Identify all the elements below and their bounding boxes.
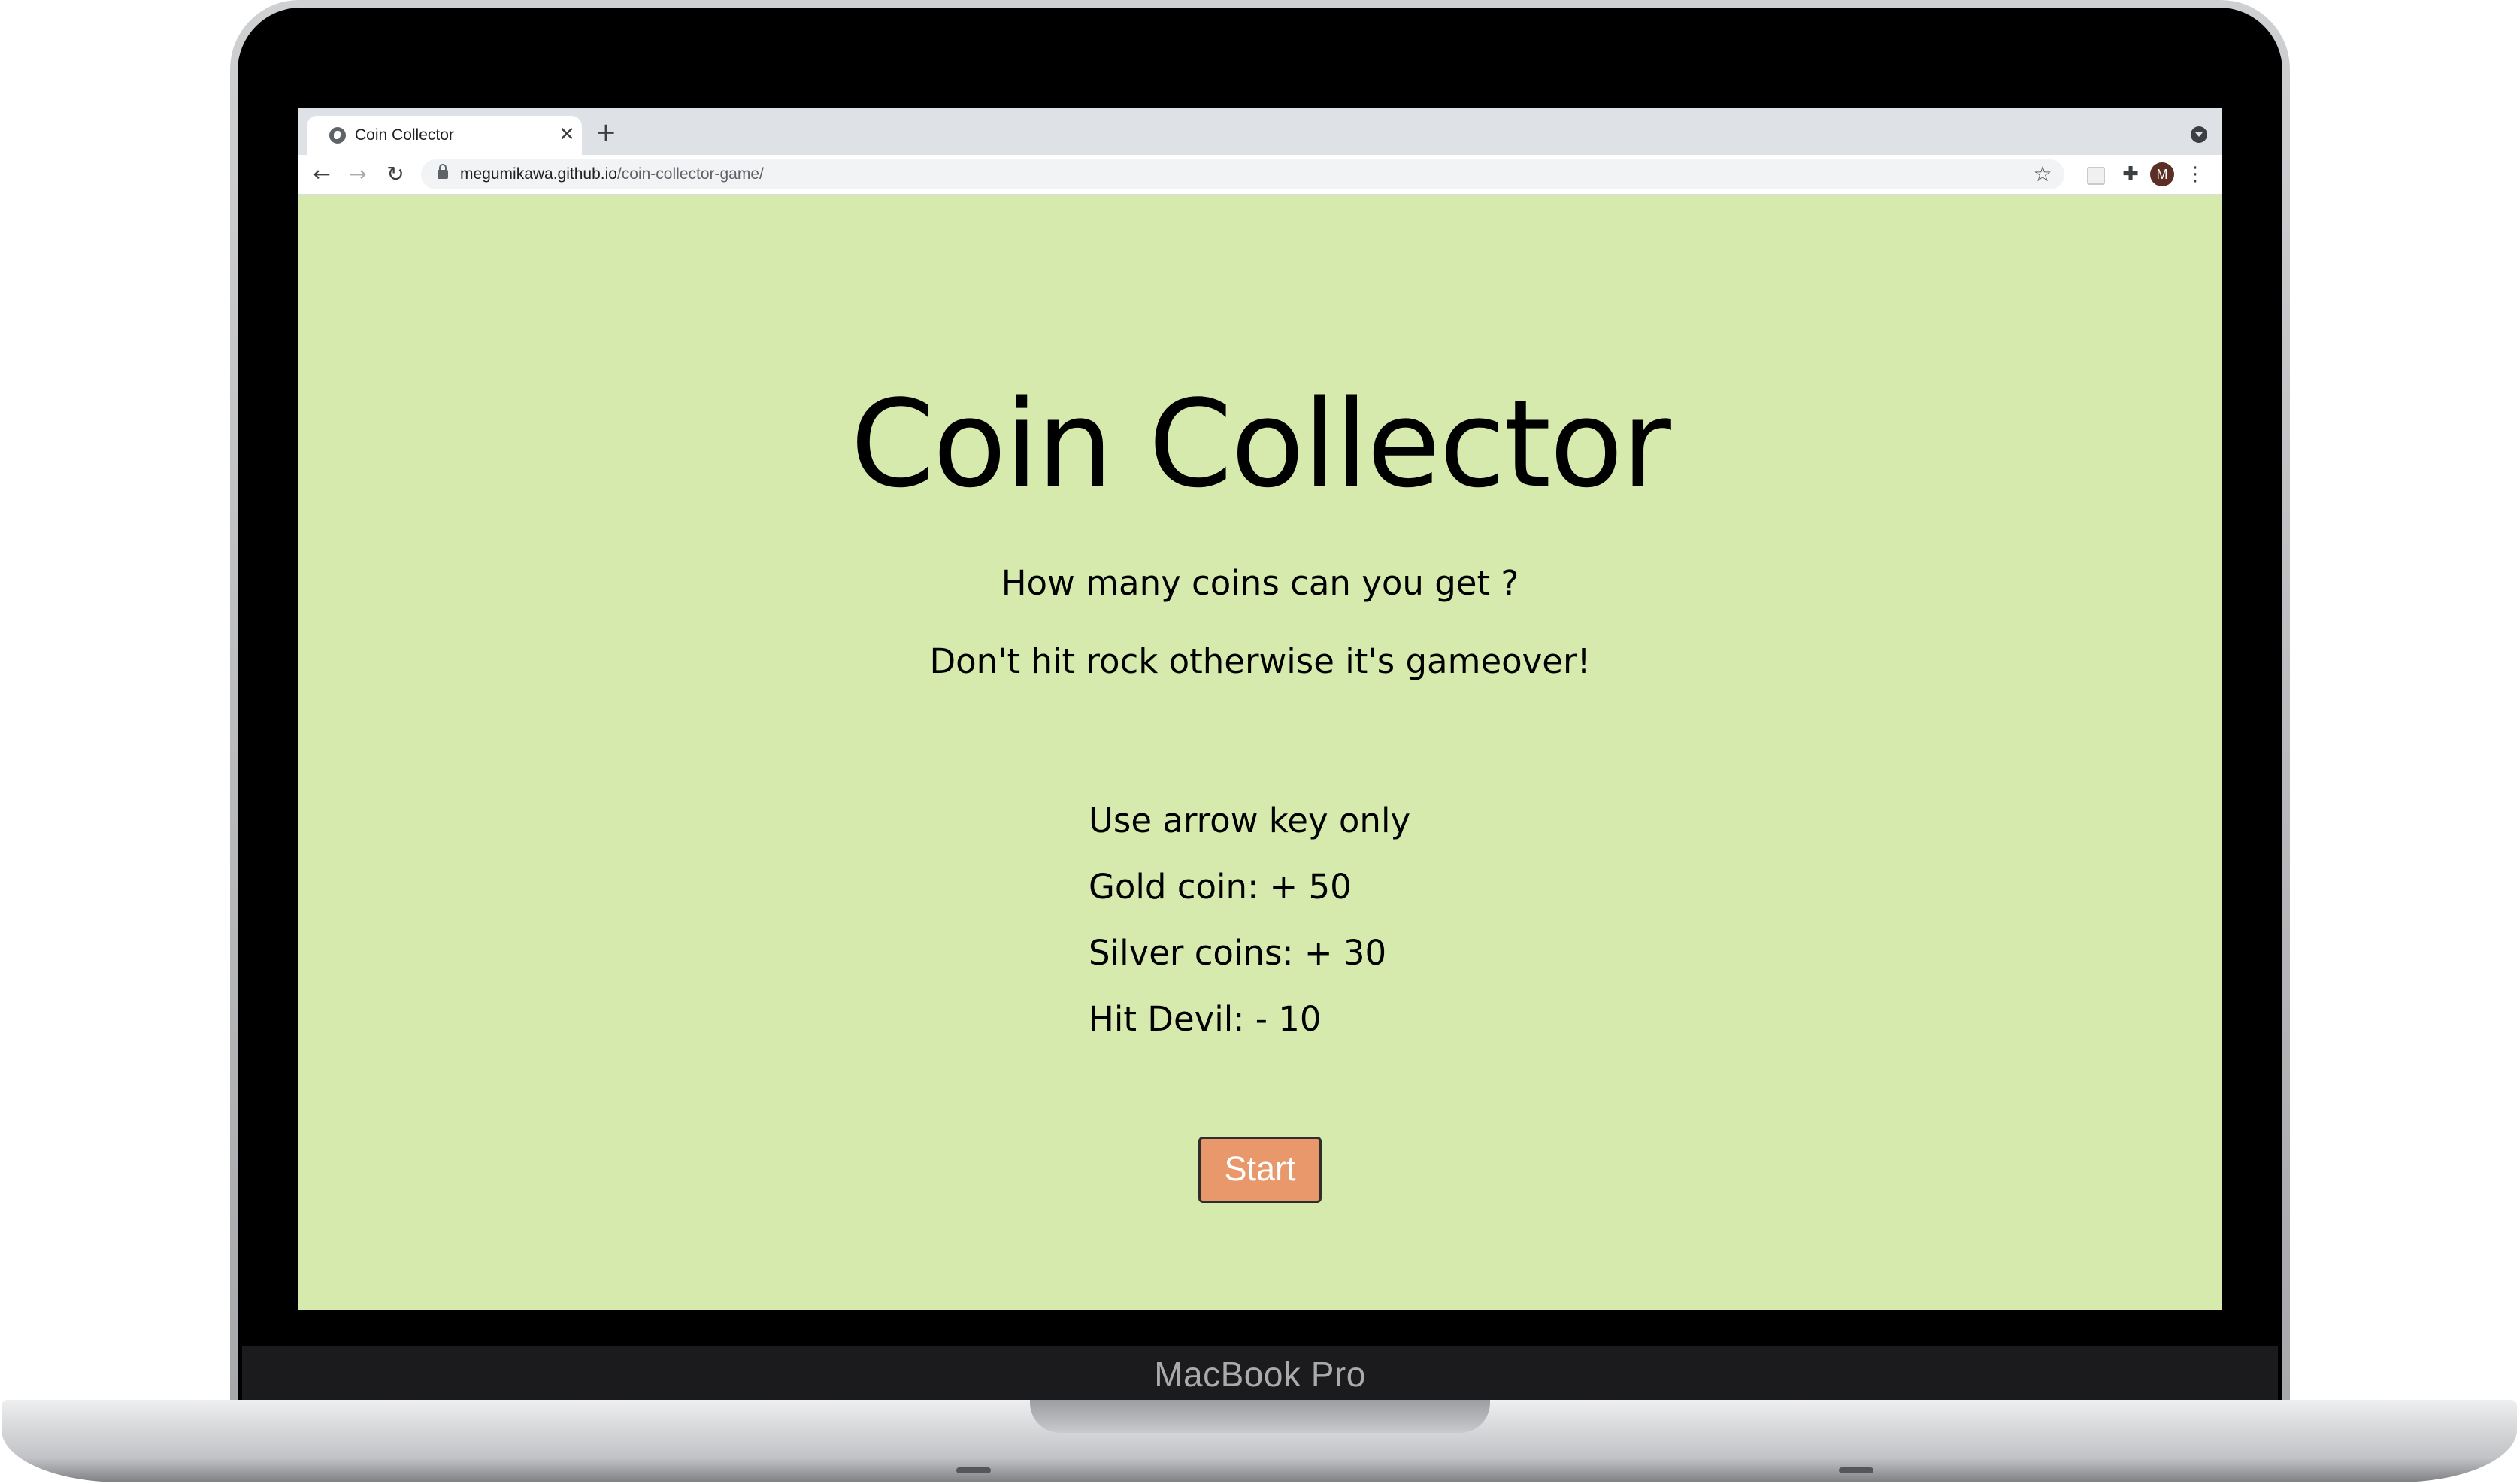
back-button[interactable]: ← [307, 159, 337, 189]
laptop-foot-right [1839, 1467, 1873, 1473]
close-tab-icon[interactable]: ✕ [556, 123, 577, 147]
lock-icon[interactable] [438, 164, 448, 179]
tab-title: Coin Collector [355, 126, 454, 144]
tab-strip: Coin Collector ✕ + [298, 108, 2222, 155]
laptop-mockup: MacBook Pro Coin Collector ✕ + ← → ↻ meg… [0, 0, 2520, 1484]
extension-icon[interactable] [2087, 167, 2105, 185]
globe-icon [329, 127, 346, 144]
laptop-lid-notch [1030, 1400, 1490, 1433]
url-text[interactable]: megumikawa.github.io/coin-collector-game… [460, 163, 764, 186]
tagline-warning: Don't hit rock otherwise it's gameover! [929, 641, 1591, 681]
browser-menu-icon[interactable]: ⋮ [2185, 161, 2206, 188]
rule-gold-coin: Gold coin: + 50 [1089, 867, 1352, 907]
start-button[interactable]: Start [1198, 1137, 1322, 1203]
url-host: megumikawa.github.io [460, 165, 617, 183]
address-bar[interactable]: megumikawa.github.io/coin-collector-game… [421, 159, 2064, 189]
url-path: /coin-collector-game/ [616, 165, 764, 183]
tab-search-icon[interactable] [2191, 126, 2207, 143]
extensions-puzzle-icon[interactable]: ✚ [2117, 161, 2144, 188]
browser-toolbar: ← → ↻ megumikawa.github.io/coin-collecto… [298, 155, 2222, 195]
browser-window: Coin Collector ✕ + ← → ↻ megumikawa.gith… [298, 108, 2222, 1310]
device-brand-label: MacBook Pro [1154, 1355, 1366, 1394]
profile-avatar[interactable]: M [2150, 162, 2174, 186]
bookmark-star-icon[interactable]: ☆ [2030, 161, 2055, 188]
laptop-foot-left [956, 1467, 991, 1473]
rule-hit-devil: Hit Devil: - 10 [1089, 999, 1322, 1039]
game-page: Coin Collector How many coins can you ge… [298, 195, 2222, 1310]
tab-coin-collector[interactable]: Coin Collector ✕ [307, 116, 582, 155]
forward-button[interactable]: → [343, 159, 373, 189]
rule-silver-coins: Silver coins: + 30 [1089, 933, 1387, 973]
new-tab-button[interactable]: + [592, 119, 619, 146]
reload-button[interactable]: ↻ [380, 159, 410, 189]
tagline-coins: How many coins can you get ? [1001, 563, 1519, 603]
rule-controls: Use arrow key only [1089, 801, 1411, 840]
page-title: Coin Collector [850, 374, 1671, 514]
